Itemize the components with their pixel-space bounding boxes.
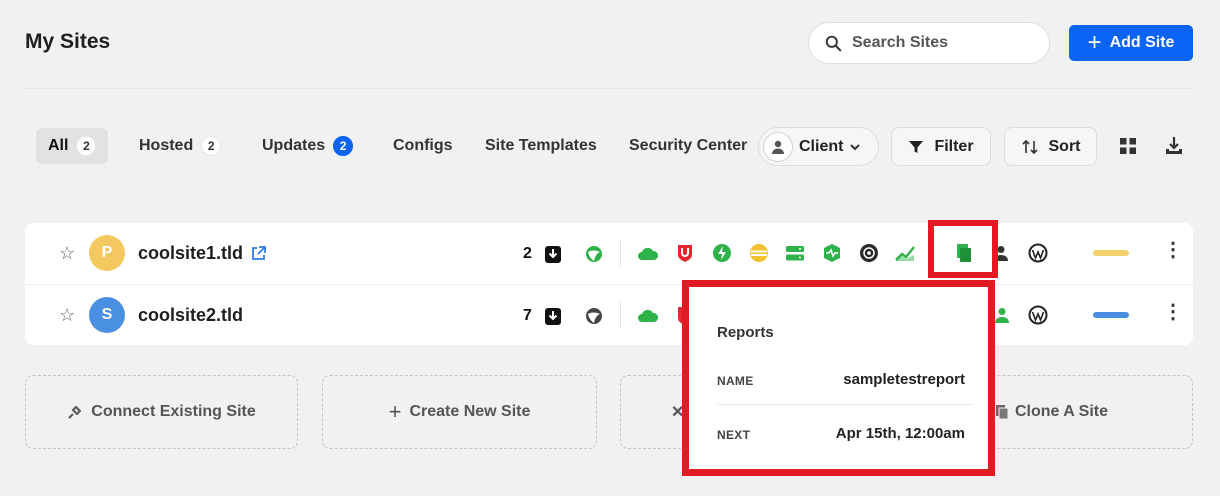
wordpress-icon[interactable] xyxy=(1028,243,1048,263)
grid-view-icon[interactable] xyxy=(1117,135,1139,157)
tab-label: Configs xyxy=(393,137,453,154)
add-site-label: Add Site xyxy=(1109,34,1175,51)
search-input[interactable]: Search Sites xyxy=(808,22,1050,64)
connect-label: Connect Existing Site xyxy=(91,403,256,420)
more-options-icon[interactable]: ⋮ xyxy=(1163,302,1183,322)
client-dropdown[interactable]: Client xyxy=(758,127,879,166)
tooltip-divider xyxy=(717,404,973,405)
clone-site-button[interactable]: Clone A Site xyxy=(995,403,1108,421)
lighthouse-icon[interactable] xyxy=(859,243,879,263)
update-count: 7 xyxy=(523,307,532,324)
security-shield-icon[interactable] xyxy=(584,306,604,326)
backup-cloud-icon[interactable] xyxy=(637,306,659,324)
copy-icon xyxy=(995,405,1009,420)
more-options-icon[interactable]: ⋮ xyxy=(1163,240,1183,260)
tab-label: Site Templates xyxy=(485,137,597,154)
backup-cloud-icon[interactable] xyxy=(637,244,659,262)
analytics-chart-icon[interactable] xyxy=(895,244,915,262)
search-icon xyxy=(825,35,842,51)
update-count: 2 xyxy=(523,245,532,262)
reports-icon-highlight xyxy=(928,220,998,278)
tab-label: Security Center xyxy=(629,137,748,154)
row-divider xyxy=(25,284,1193,285)
sort-label: Sort xyxy=(1048,137,1081,155)
sort-button[interactable]: Sort xyxy=(1004,127,1097,166)
user-icon xyxy=(763,131,793,162)
tab-configs[interactable]: Configs xyxy=(381,128,465,164)
updates-icon[interactable] xyxy=(544,244,562,264)
uptime-monitor-icon[interactable] xyxy=(749,243,769,263)
download-icon[interactable] xyxy=(1163,135,1185,157)
report-name: sampletestreport xyxy=(843,371,965,388)
plus-icon: + xyxy=(1087,29,1102,56)
tab-security-center[interactable]: Security Center xyxy=(617,128,759,164)
sort-icon xyxy=(1021,139,1038,154)
activity-pulse-icon[interactable] xyxy=(822,243,842,263)
tab-label: All xyxy=(48,137,69,154)
avatar: P xyxy=(89,235,125,271)
color-tag[interactable] xyxy=(1093,250,1129,256)
clone-label: Clone A Site xyxy=(1014,403,1108,420)
tab-label: Updates xyxy=(262,137,326,154)
performance-bolt-icon[interactable] xyxy=(712,243,732,263)
avatar: S xyxy=(89,297,125,333)
color-tag[interactable] xyxy=(1093,312,1129,318)
security-scan-icon[interactable] xyxy=(675,243,695,263)
wordpress-icon[interactable] xyxy=(1028,305,1048,325)
external-link-icon[interactable] xyxy=(250,245,267,262)
security-shield-icon[interactable] xyxy=(584,244,604,264)
tooltip-title: Reports xyxy=(717,324,774,341)
star-icon[interactable]: ☆ xyxy=(59,305,75,326)
tab-count-badge: 2 xyxy=(333,136,354,156)
client-label: Client xyxy=(799,137,844,155)
tab-updates[interactable]: Updates 2 xyxy=(250,128,365,164)
filter-label: Filter xyxy=(934,137,974,155)
updates-icon[interactable] xyxy=(544,306,562,326)
page-title: My Sites xyxy=(25,30,111,53)
tab-site-templates[interactable]: Site Templates xyxy=(473,128,609,164)
connect-existing-site-button[interactable]: Connect Existing Site xyxy=(25,375,298,449)
name-label: NAME xyxy=(717,374,754,388)
tab-hosted[interactable]: Hosted 2 xyxy=(127,128,233,164)
plug-icon xyxy=(68,405,82,419)
tab-all[interactable]: All 2 xyxy=(36,128,109,164)
create-label: Create New Site xyxy=(409,403,531,420)
tab-count-badge: 2 xyxy=(76,136,97,156)
divider xyxy=(620,302,621,328)
next-label: NEXT xyxy=(717,428,751,442)
hosting-server-icon[interactable] xyxy=(785,245,805,262)
next-run: Apr 15th, 12:00am xyxy=(835,425,965,442)
tab-count-badge: 2 xyxy=(201,136,222,156)
filter-button[interactable]: Filter xyxy=(891,127,991,166)
add-site-button[interactable]: + Add Site xyxy=(1069,25,1193,61)
site-name-link[interactable]: coolsite2.tld xyxy=(138,305,243,326)
star-icon[interactable]: ☆ xyxy=(59,243,75,264)
filter-icon xyxy=(909,140,924,153)
header-divider xyxy=(25,88,1193,89)
site-name-link[interactable]: coolsite1.tld xyxy=(138,243,243,264)
reports-tooltip: Reports NAME sampletestreport NEXT Apr 1… xyxy=(682,280,995,476)
create-new-site-button[interactable]: + Create New Site xyxy=(322,375,597,449)
tab-label: Hosted xyxy=(139,137,194,154)
plus-icon: + xyxy=(388,399,402,424)
chevron-down-icon xyxy=(850,143,861,150)
divider xyxy=(620,240,621,266)
search-placeholder: Search Sites xyxy=(852,34,949,51)
client-user-icon[interactable] xyxy=(994,306,1010,324)
